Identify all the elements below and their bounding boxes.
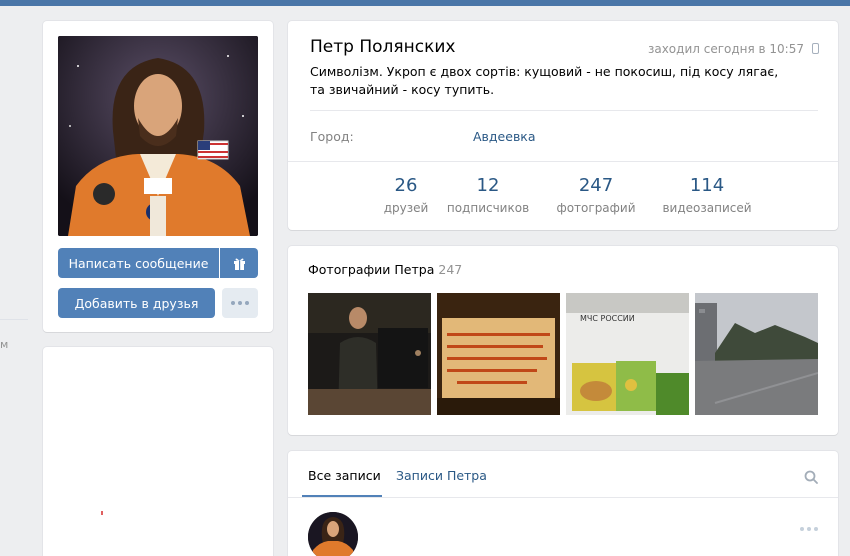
more-icon <box>231 301 249 305</box>
phone-icon <box>812 43 819 54</box>
counter-label: подписчиков <box>446 201 530 215</box>
counter-value: 12 <box>476 175 500 196</box>
profile-more-button[interactable] <box>222 288 258 318</box>
wall-tabs-divider <box>288 497 838 498</box>
profile-info-card: Петр Полянских заходил сегодня в 10:57 С… <box>288 21 838 230</box>
photo-thumbnail[interactable] <box>437 293 560 415</box>
counter-value: 26 <box>394 175 418 196</box>
photo-thumbnail[interactable]: МЧС РОССИИ <box>566 293 689 415</box>
counter-photos[interactable]: 247 фотографий <box>551 174 641 218</box>
top-header-bar <box>0 0 850 6</box>
left-column-card <box>43 347 273 556</box>
counter-value: 247 <box>578 175 614 196</box>
gift-button[interactable] <box>220 248 258 278</box>
add-friend-button[interactable]: Добавить в друзья <box>58 288 215 318</box>
city-link[interactable]: Авдеевка <box>473 129 536 144</box>
photo-caption: МЧС РОССИИ <box>580 314 635 323</box>
wall-card: Все записи Записи Петра <box>288 451 838 556</box>
last-seen-text: заходил сегодня в 10:57 <box>647 42 804 56</box>
counter-value: 114 <box>689 175 725 196</box>
photos-header[interactable]: Фотографии Петра 247 <box>308 262 462 277</box>
counter-label: видеозаписей <box>662 201 752 215</box>
tab-owner-posts[interactable]: Записи Петра <box>396 468 487 483</box>
photo-thumbnail[interactable] <box>308 293 431 415</box>
counters-divider <box>288 161 838 162</box>
more-icon <box>800 527 818 531</box>
search-icon[interactable] <box>804 470 818 484</box>
post-author-avatar[interactable] <box>308 512 358 556</box>
profile-avatar[interactable] <box>58 36 258 236</box>
write-message-button[interactable]: Написать сообщение <box>58 248 219 278</box>
active-tab-indicator <box>302 495 382 497</box>
info-divider <box>310 110 818 111</box>
counter-friends[interactable]: 26 друзей <box>366 174 446 218</box>
sidebar-edge-text: м <box>0 338 9 351</box>
profile-status: Символізм. Укроп є двох сортів: кущовий … <box>310 64 779 97</box>
city-label: Город: <box>310 129 354 144</box>
tab-all-posts[interactable]: Все записи <box>308 468 381 483</box>
photos-count: 247 <box>438 262 463 277</box>
photo-thumbnail[interactable] <box>695 293 818 415</box>
avatar-card: Написать сообщение Добавить в друзья <box>43 21 273 332</box>
sidebar-edge-divider <box>0 319 28 320</box>
counter-videos[interactable]: 114 видеозаписей <box>655 174 759 218</box>
decorative-mark <box>101 511 103 515</box>
photos-title: Фотографии Петра <box>308 262 435 277</box>
post-more-button[interactable] <box>800 527 818 531</box>
counter-label: фотографий <box>556 201 636 215</box>
profile-name: Петр Полянских <box>310 37 456 57</box>
photos-card: Фотографии Петра 247 МЧС РОССИИ <box>288 246 838 435</box>
gift-icon <box>233 258 245 270</box>
counter-followers[interactable]: 12 подписчиков <box>443 174 533 218</box>
counter-label: друзей <box>383 201 429 215</box>
